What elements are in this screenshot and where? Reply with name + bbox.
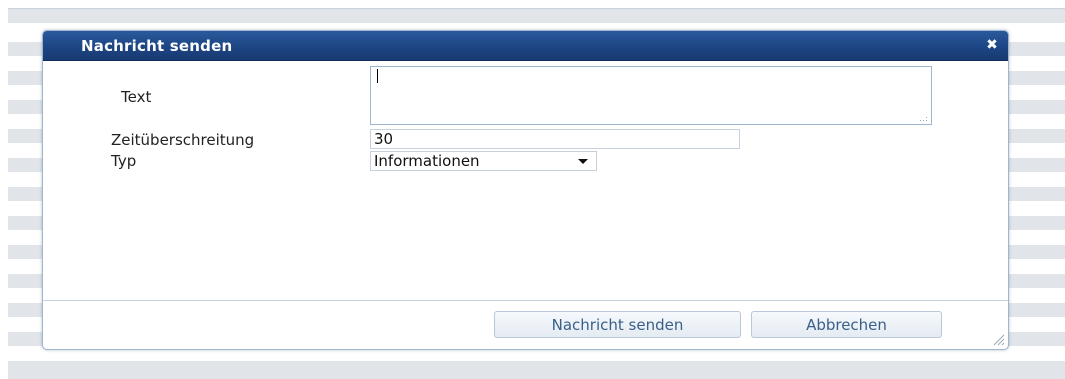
dialog-titlebar[interactable]: Nachricht senden ✖ (43, 31, 1008, 61)
timeout-input[interactable]: 30 (370, 129, 740, 149)
text-label: Text (121, 88, 152, 106)
close-icon[interactable]: ✖ (985, 38, 999, 52)
background-row (8, 9, 1065, 23)
background-row (8, 361, 1065, 379)
type-select-value: Informationen (374, 152, 480, 170)
dialog-resize-grip[interactable] (991, 332, 1005, 346)
timeout-label: Zeitüberschreitung (111, 131, 255, 149)
dialog-title: Nachricht senden (81, 37, 233, 55)
text-cursor (377, 69, 378, 83)
textarea-resize-grip[interactable] (920, 116, 928, 122)
chevron-down-icon[interactable] (578, 159, 588, 164)
cancel-button[interactable]: Abbrechen (751, 311, 942, 338)
send-message-dialog: Nachricht senden ✖ Text Zeitüberschreitu… (42, 30, 1009, 350)
footer-divider (43, 300, 1008, 301)
text-textarea[interactable] (370, 66, 932, 125)
type-label: Typ (111, 152, 137, 170)
send-message-button[interactable]: Nachricht senden (494, 311, 741, 338)
type-select[interactable]: Informationen (370, 151, 597, 171)
